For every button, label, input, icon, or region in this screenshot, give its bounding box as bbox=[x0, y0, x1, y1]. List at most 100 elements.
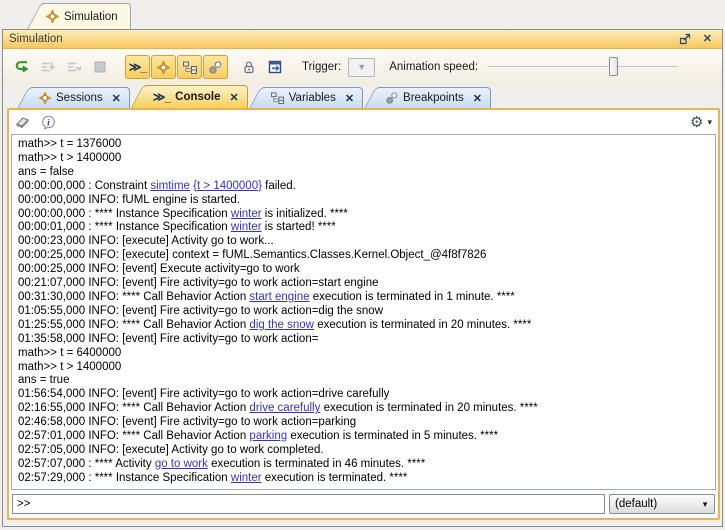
animation-speed-slider[interactable] bbox=[488, 56, 678, 78]
log-text: execution is terminated in 20 minutes. *… bbox=[314, 319, 531, 331]
close-tab-icon[interactable]: ✕ bbox=[473, 92, 482, 105]
resume-button[interactable] bbox=[9, 55, 35, 79]
simulation-toolbar: ≫_ bbox=[3, 49, 722, 85]
chevron-down-icon: ▼ bbox=[357, 62, 366, 72]
close-tab-icon[interactable]: ✕ bbox=[230, 91, 239, 104]
log-line: 00:00:00,000 INFO: fUML engine is starte… bbox=[18, 194, 709, 208]
tab-sessions[interactable]: Sessions ✕ bbox=[31, 87, 130, 108]
breakpoints-icon bbox=[386, 92, 398, 104]
log-text: 00:00:01,000 : **** Instance Specificati… bbox=[18, 221, 231, 233]
clear-console-button[interactable] bbox=[15, 115, 31, 129]
log-text: math>> t > 1400000 bbox=[18, 152, 121, 164]
log-link[interactable]: dig the snow bbox=[249, 319, 314, 331]
stop-button bbox=[87, 55, 113, 79]
log-line: 00:21:07,000 INFO: [event] Fire activity… bbox=[18, 277, 709, 291]
log-line: math>> t = 1376000 bbox=[18, 138, 709, 152]
close-tab-icon[interactable]: ✕ bbox=[345, 92, 354, 105]
log-line: 00:00:25,000 INFO: [event] Execute activ… bbox=[18, 263, 709, 277]
tab-variables[interactable]: Variables ✕ bbox=[263, 87, 363, 108]
simulation-window: Simulation ✕ bbox=[2, 29, 723, 527]
tab-label: Sessions bbox=[56, 92, 103, 104]
log-text: 00:00:00,000 : Constraint bbox=[18, 180, 150, 192]
log-line: 00:00:25,000 INFO: [execute] context = f… bbox=[18, 249, 709, 263]
document-tab-bar: Simulation bbox=[0, 0, 725, 29]
toggle-animation-toggle[interactable] bbox=[151, 55, 176, 79]
log-text: execution is terminated in 1 minute. ***… bbox=[310, 291, 515, 303]
slider-thumb[interactable] bbox=[609, 57, 618, 76]
panel-tab-bar: Sessions ✕ ≫_ Console ✕ Variables ✕ bbox=[3, 85, 722, 108]
console-icon: ≫_ bbox=[129, 60, 146, 74]
session-select-value: (default) bbox=[615, 498, 697, 510]
log-line: ans = true bbox=[18, 374, 709, 388]
log-link[interactable]: drive carefully bbox=[249, 402, 320, 414]
log-link[interactable]: winter bbox=[231, 472, 262, 484]
log-line: 00:00:00,000 : **** Instance Specificati… bbox=[18, 208, 709, 222]
log-link[interactable]: winter bbox=[231, 208, 262, 220]
log-line: 02:57:05,000 INFO: [execute] Activity go… bbox=[18, 444, 709, 458]
log-text: execution is terminated in 5 minutes. **… bbox=[287, 430, 498, 442]
info-button[interactable]: i bbox=[41, 115, 56, 130]
console-input[interactable] bbox=[12, 494, 605, 514]
log-text: math>> t > 1400000 bbox=[18, 361, 121, 373]
log-line: math>> t > 1400000 bbox=[18, 361, 709, 375]
view-toggle-group: ≫_ bbox=[125, 55, 228, 79]
console-log[interactable]: math>> t = 1376000math>> t > 1400000ans … bbox=[11, 134, 716, 490]
log-link[interactable]: winter bbox=[231, 221, 262, 233]
open-in-new-window-button[interactable] bbox=[262, 55, 288, 79]
breakpoints-icon bbox=[209, 61, 222, 74]
log-text: execution is terminated in 20 minutes. *… bbox=[320, 402, 537, 414]
log-text: 00:00:25,000 INFO: [event] Execute activ… bbox=[18, 263, 300, 275]
open-in-new-window-icon bbox=[268, 60, 283, 74]
document-tab-simulation[interactable]: Simulation bbox=[42, 3, 131, 29]
log-text: ans = true bbox=[18, 374, 69, 386]
log-line: 00:00:01,000 : **** Instance Specificati… bbox=[18, 221, 709, 235]
close-tab-icon[interactable]: ✕ bbox=[112, 92, 121, 105]
gear-icon: ⚙ bbox=[690, 115, 703, 130]
console-options-menu[interactable]: ⚙ ▾ bbox=[690, 115, 712, 130]
step-over-button bbox=[61, 55, 87, 79]
log-text: 02:57:05,000 INFO: [execute] Activity go… bbox=[18, 444, 324, 456]
tab-label: Variables bbox=[289, 92, 336, 104]
trigger-select[interactable]: ▼ bbox=[348, 58, 375, 77]
log-line: ans = false bbox=[18, 166, 709, 180]
log-text: execution is terminated in 46 minutes. *… bbox=[208, 458, 425, 470]
log-text: 00:00:23,000 INFO: [execute] Activity go… bbox=[18, 235, 274, 247]
log-text: 02:57:01,000 INFO: **** Call Behavior Ac… bbox=[18, 430, 249, 442]
log-line: 00:31:30,000 INFO: **** Call Behavior Ac… bbox=[18, 291, 709, 305]
log-link[interactable]: parking bbox=[249, 430, 287, 442]
show-variables-toggle[interactable] bbox=[177, 55, 202, 79]
log-line: 02:46:58,000 INFO: [event] Fire activity… bbox=[18, 416, 709, 430]
log-link[interactable]: go to work bbox=[155, 458, 208, 470]
log-line: 02:57:01,000 INFO: **** Call Behavior Ac… bbox=[18, 430, 709, 444]
console-input-row: (default) ▼ bbox=[9, 490, 718, 518]
float-window-icon[interactable] bbox=[679, 33, 691, 45]
log-link[interactable]: simtime bbox=[150, 180, 190, 192]
log-link[interactable]: start engine bbox=[249, 291, 309, 303]
lock-icon bbox=[242, 60, 256, 74]
session-select[interactable]: (default) ▼ bbox=[609, 494, 715, 514]
show-breakpoints-toggle[interactable] bbox=[203, 55, 228, 79]
close-window-icon[interactable]: ✕ bbox=[703, 34, 712, 45]
log-text: is started! **** bbox=[262, 221, 336, 233]
log-text: 00:00:00,000 : **** Instance Specificati… bbox=[18, 208, 231, 220]
log-text: 02:57:29,000 : **** Instance Specificati… bbox=[18, 472, 231, 484]
log-text: 01:35:58,000 INFO: [event] Fire activity… bbox=[18, 333, 318, 345]
show-console-toggle[interactable]: ≫_ bbox=[125, 55, 150, 79]
log-line: 01:25:55,000 INFO: **** Call Behavior Ac… bbox=[18, 319, 709, 333]
log-text: math>> t = 1376000 bbox=[18, 138, 121, 150]
log-line: 01:05:55,000 INFO: [event] Fire activity… bbox=[18, 305, 709, 319]
log-link[interactable]: {t > 1400000} bbox=[193, 180, 262, 192]
tab-breakpoints[interactable]: Breakpoints ✕ bbox=[378, 87, 491, 108]
console-toolbar: i ⚙ ▾ bbox=[9, 110, 718, 134]
log-text: ans = false bbox=[18, 166, 74, 178]
eraser-icon bbox=[15, 115, 31, 129]
log-text: is initialized. **** bbox=[262, 208, 348, 220]
console-icon: ≫_ bbox=[153, 90, 170, 104]
tab-console[interactable]: ≫_ Console ✕ bbox=[145, 85, 248, 108]
log-line: 02:16:55,000 INFO: **** Call Behavior Ac… bbox=[18, 402, 709, 416]
sessions-icon bbox=[39, 92, 51, 104]
titlebar-icons: ✕ bbox=[679, 33, 716, 45]
lock-button[interactable] bbox=[236, 55, 262, 79]
log-text: 01:25:55,000 INFO: **** Call Behavior Ac… bbox=[18, 319, 249, 331]
log-text: failed. bbox=[262, 180, 296, 192]
